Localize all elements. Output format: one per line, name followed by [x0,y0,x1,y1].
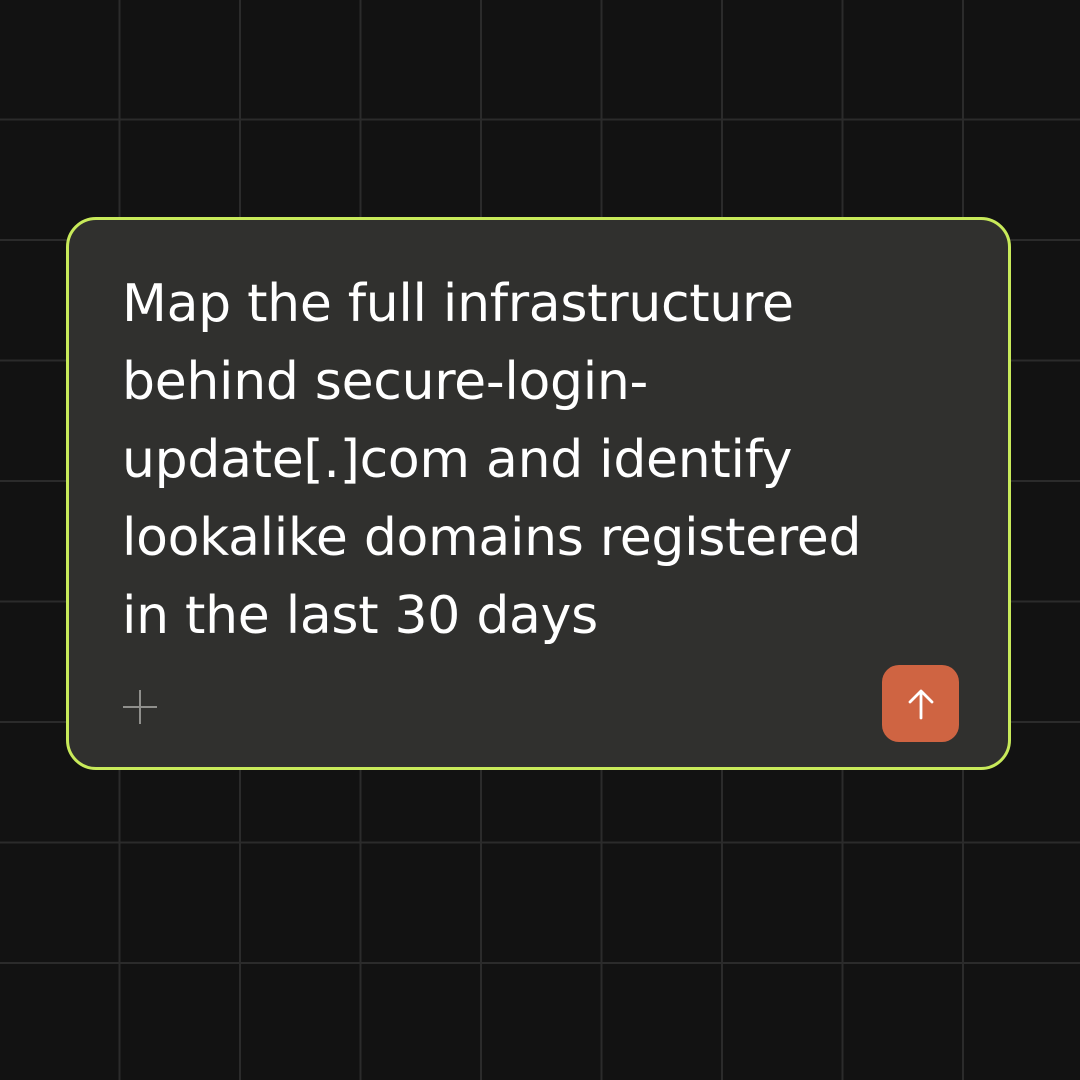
arrow-up-icon [908,689,933,719]
prompt-text[interactable]: Map the full infrastructure behind secur… [122,265,962,655]
attach-button[interactable] [120,687,160,727]
send-button[interactable] [882,665,959,742]
prompt-input-box[interactable]: Map the full infrastructure behind secur… [66,217,1011,770]
